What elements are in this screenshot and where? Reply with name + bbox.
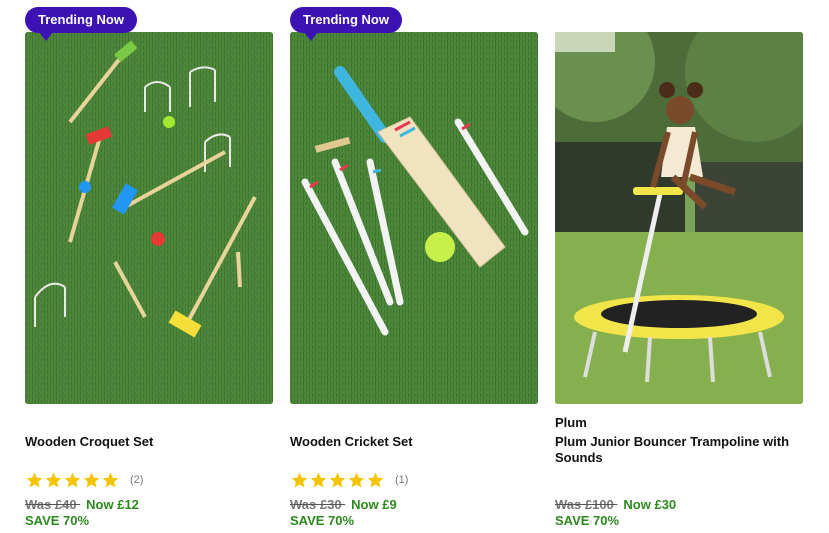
price-row: Was £40 Now £12: [25, 497, 139, 513]
product-title[interactable]: Plum Junior Bouncer Trampoline with Soun…: [555, 434, 803, 466]
product-card-trampoline[interactable]: Plum Plum Junior Bouncer Trampoline with…: [555, 0, 803, 533]
save-label: SAVE 70%: [25, 513, 90, 528]
was-price: Was £30: [290, 497, 346, 512]
product-card-cricket[interactable]: Trending Now Wooden Cricket Set (1) Was …: [290, 0, 538, 533]
save-label: SAVE 70%: [290, 513, 355, 528]
star-icon: [348, 472, 365, 488]
now-price: Now £12: [86, 497, 139, 512]
product-image-croquet[interactable]: [25, 32, 273, 404]
product-grid: Trending Now Wooden Croquet Set (2) Was …: [0, 0, 829, 533]
product-image-cricket[interactable]: [290, 32, 538, 404]
was-price: Was £40: [25, 497, 81, 512]
star-icon: [26, 472, 43, 488]
review-count[interactable]: (1): [395, 474, 408, 486]
review-count[interactable]: (2): [130, 474, 143, 486]
product-title[interactable]: Wooden Croquet Set: [25, 434, 273, 450]
save-label: SAVE 70%: [555, 513, 620, 528]
now-price: Now £30: [623, 497, 677, 512]
star-rating: [25, 471, 120, 489]
product-card-croquet[interactable]: Trending Now Wooden Croquet Set (2) Was …: [25, 0, 273, 533]
star-icon: [329, 472, 346, 488]
was-price: Was £100: [555, 497, 618, 512]
trending-badge: Trending Now: [25, 7, 137, 41]
star-icon: [367, 472, 384, 488]
product-rating: (2): [25, 471, 143, 489]
price-row: Was £100 Now £30: [555, 497, 676, 513]
product-rating: (1): [290, 471, 408, 489]
now-price: Now £9: [351, 497, 397, 512]
product-image-trampoline[interactable]: [555, 32, 803, 404]
trending-badge: Trending Now: [290, 7, 402, 41]
star-icon: [291, 472, 308, 488]
product-title[interactable]: Wooden Cricket Set: [290, 434, 538, 450]
star-icon: [102, 472, 119, 488]
product-brand[interactable]: Plum: [555, 415, 587, 430]
star-rating: [290, 471, 385, 489]
star-icon: [45, 472, 62, 488]
star-icon: [64, 472, 81, 488]
price-row: Was £30 Now £9: [290, 497, 397, 513]
star-icon: [310, 472, 327, 488]
star-icon: [83, 472, 100, 488]
